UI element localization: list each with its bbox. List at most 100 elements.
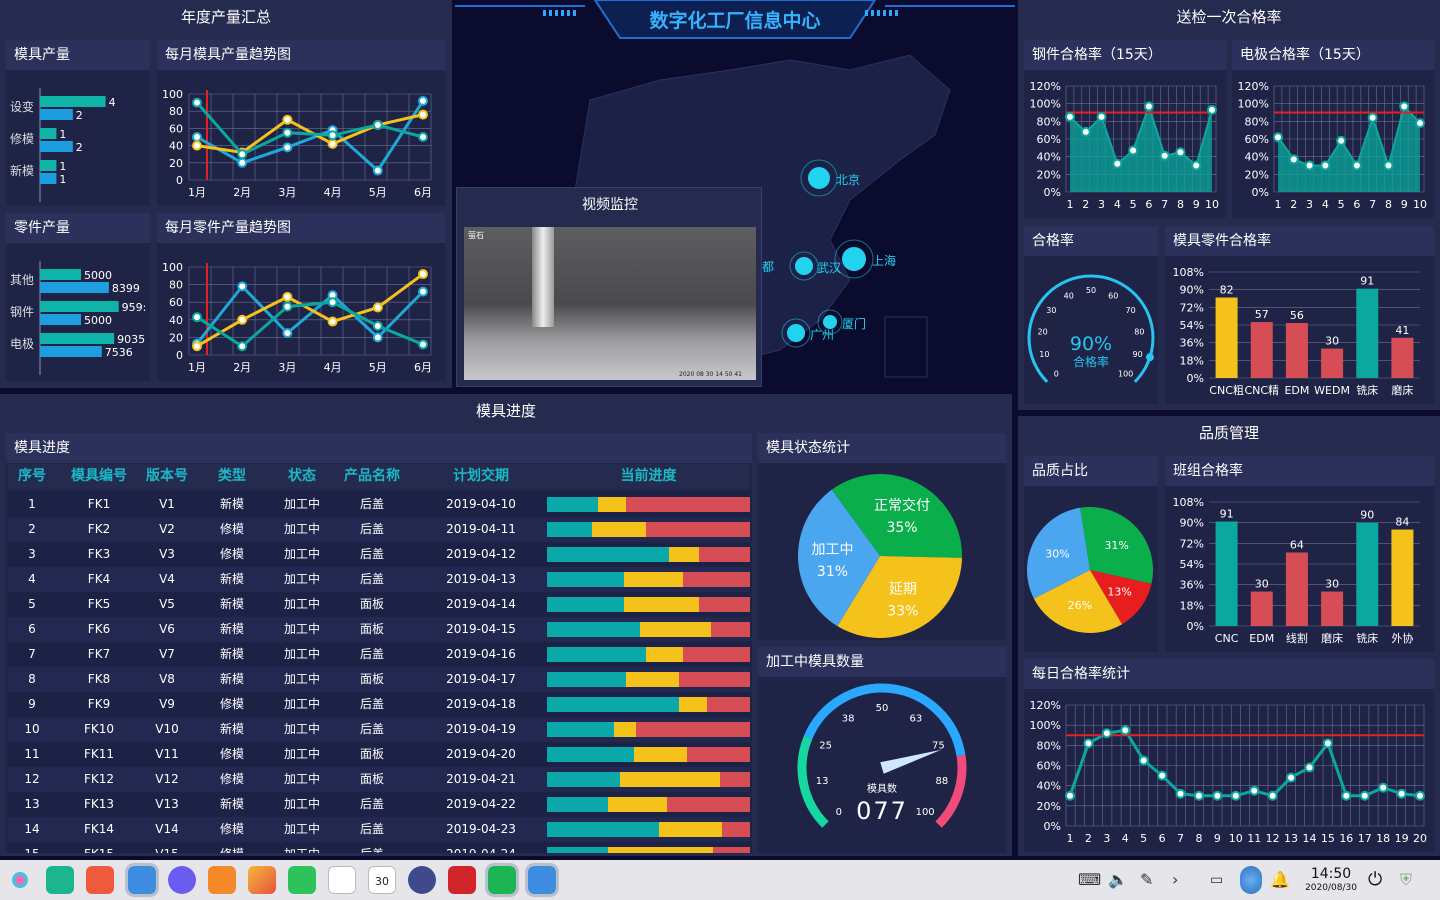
progress-bar	[547, 672, 750, 687]
gauge-tick-label: 90	[1133, 350, 1143, 359]
table-cell: 新模	[219, 722, 244, 736]
progress-bar	[547, 747, 750, 762]
table-row[interactable]: 5 FK5 V5 新模 加工中 面板 2019-04-14	[8, 592, 750, 617]
table-row[interactable]: 12 FK12 V12 修模 加工中 面板 2019-04-21	[8, 767, 750, 792]
table-row[interactable]: 15FK15V15修模加工中后盖2019-04-24	[8, 842, 750, 853]
table-cell: 后盖	[359, 647, 384, 661]
clock-date[interactable]: 2020/08/30	[1302, 883, 1360, 893]
gear-app-icon[interactable]	[525, 863, 559, 897]
bar-value-label: 64	[1290, 539, 1304, 552]
data-point	[418, 339, 428, 350]
data-point	[1288, 154, 1299, 165]
table-cell: FK12	[83, 772, 115, 786]
bar-mark	[1391, 529, 1414, 626]
table-row[interactable]: 4 FK4 V4 新模 加工中 后盖 2019-04-13	[8, 567, 750, 592]
terminal-icon[interactable]	[125, 863, 159, 897]
electrode-rate-chart: 0% 20% 40% 60% 80% 100% 120% 1 2 3 4 5 6 7 8 9 10	[1238, 80, 1427, 211]
gauge-label: 合格率	[1073, 354, 1109, 369]
calendar-icon[interactable]: 30	[368, 866, 396, 894]
section-title: 模具进度	[475, 402, 536, 420]
table-cell: 修模	[219, 697, 244, 711]
app-store-icon[interactable]	[86, 866, 114, 894]
table-row[interactable]: 10 FK10 V10 新模 加工中 后盖 2019-04-19	[8, 717, 750, 742]
progress-segment	[547, 622, 641, 637]
remote-terminal-icon[interactable]	[448, 866, 476, 894]
document-icon[interactable]	[328, 866, 356, 894]
data-point	[1322, 738, 1333, 749]
table-row[interactable]: 2 FK2 V2 修模 加工中 后盖 2019-04-11	[8, 517, 750, 542]
data-point	[1415, 790, 1425, 801]
shield-icon[interactable]: ⛨	[1400, 866, 1422, 894]
bar-value-label: 91	[1220, 508, 1234, 521]
clock-time[interactable]: 14:50	[1305, 866, 1357, 882]
table-row[interactable]: 11 FK11 V11 修模 加工中 面板 2019-04-20	[8, 742, 750, 767]
table-cell: 加工中	[283, 747, 320, 761]
panel-title: 模具进度	[6, 433, 752, 463]
video-feed[interactable]: 萤石 2020 08 30 14 50 41	[464, 227, 756, 380]
volume-icon[interactable]: 🔈	[1108, 866, 1130, 894]
music-icon[interactable]	[288, 866, 316, 894]
table-cell: 7	[28, 647, 36, 661]
photos-icon[interactable]	[248, 866, 276, 894]
store-bag-icon[interactable]	[208, 866, 236, 894]
table-cell: FK4	[87, 572, 111, 586]
table-cell: 面板	[359, 772, 384, 786]
x-tick-label: 铣床	[1356, 631, 1378, 645]
keyboard-icon[interactable]: ⌨	[1078, 866, 1101, 894]
table-row[interactable]: 14 FK14 V14 修模 加工中 后盖 2019-04-23	[8, 817, 750, 842]
data-point	[1175, 788, 1186, 799]
panel-mold-part-rate: 模具零件合格率 0% 18% 36% 54% 72% 90% 108% 82 CNC粗 57 CNC…	[1165, 226, 1434, 404]
table-row[interactable]: 13 FK13 V13 新模 加工中 后盖 2019-04-22	[8, 792, 750, 817]
bar-value-label: 30	[1325, 335, 1339, 348]
gauge-needle	[880, 749, 942, 774]
column-header: 产品名称	[344, 468, 400, 484]
x-tick-label: 20	[1413, 832, 1427, 845]
bar-mark	[1250, 322, 1273, 378]
gauge-arc	[935, 754, 967, 828]
column-header: 当前进度	[620, 468, 677, 484]
y-tick-label: 0	[176, 349, 183, 362]
table-row[interactable]: 6 FK6 V6 新模 加工中 面板 2019-04-15	[8, 617, 750, 642]
table-row[interactable]: 9 FK9 V9 修模 加工中 后盖 2019-04-18	[8, 692, 750, 717]
section-title: 品质管理	[1198, 424, 1259, 442]
input-method-icon[interactable]: ▭	[1210, 866, 1232, 894]
y-tick-label: 80	[169, 105, 183, 118]
section-title: 年度产量汇总	[180, 8, 271, 26]
progress-segment	[658, 822, 722, 837]
y-tick-label: 100%	[1238, 98, 1269, 111]
file-manager-icon[interactable]	[46, 866, 74, 894]
data-point	[1143, 101, 1154, 112]
table-cell: 加工中	[283, 697, 320, 711]
network-icon[interactable]	[1240, 866, 1262, 894]
expand-tray-icon[interactable]: ›	[1172, 866, 1194, 894]
table-row[interactable]: 8 FK8 V8 新模 加工中 面板 2019-04-17	[8, 667, 750, 692]
bar-mark	[40, 333, 115, 344]
chat-app-icon[interactable]	[485, 863, 519, 897]
x-tick-label: 3	[1306, 198, 1313, 211]
x-tick-label: 13	[1284, 832, 1298, 845]
table-row[interactable]: 7 FK7 V7 新模 加工中 后盖 2019-04-16	[8, 642, 750, 667]
calendar-day: 30	[375, 875, 389, 888]
bar-mark	[1356, 522, 1379, 626]
table-cell: FK9	[87, 697, 111, 711]
table-row[interactable]: 1 FK1 V1 新模 加工中 后盖 2019-04-10	[8, 492, 750, 517]
panel-title: 钢件合格率（15天）	[1024, 40, 1226, 70]
bar-mark	[40, 346, 102, 357]
table-row[interactable]: 3 FK3 V3 修模 加工中 后盖 2019-04-12	[8, 542, 750, 567]
data-point	[418, 109, 428, 120]
x-tick-label: 5	[1338, 198, 1345, 211]
launcher-icon[interactable]	[6, 866, 34, 894]
progress-bar	[547, 772, 750, 787]
browser-icon[interactable]	[168, 866, 196, 894]
settings-icon[interactable]	[408, 866, 436, 894]
table-cell: 5	[28, 597, 36, 611]
x-tick-label: 2	[1085, 832, 1092, 845]
panel-title: 合格率	[1024, 226, 1158, 256]
data-point	[1065, 790, 1075, 801]
table-cell: 后盖	[359, 572, 384, 586]
steel-rate-chart: 0% 20% 40% 60% 80% 100% 120% 1 2 3 4 5 6 7 8 9 10	[1030, 80, 1219, 211]
pen-icon[interactable]: ✎	[1140, 866, 1162, 894]
table-cell: 6	[28, 622, 36, 636]
notification-bell-icon[interactable]: 🔔	[1270, 866, 1292, 894]
power-icon[interactable]: ⏻	[1368, 866, 1390, 894]
